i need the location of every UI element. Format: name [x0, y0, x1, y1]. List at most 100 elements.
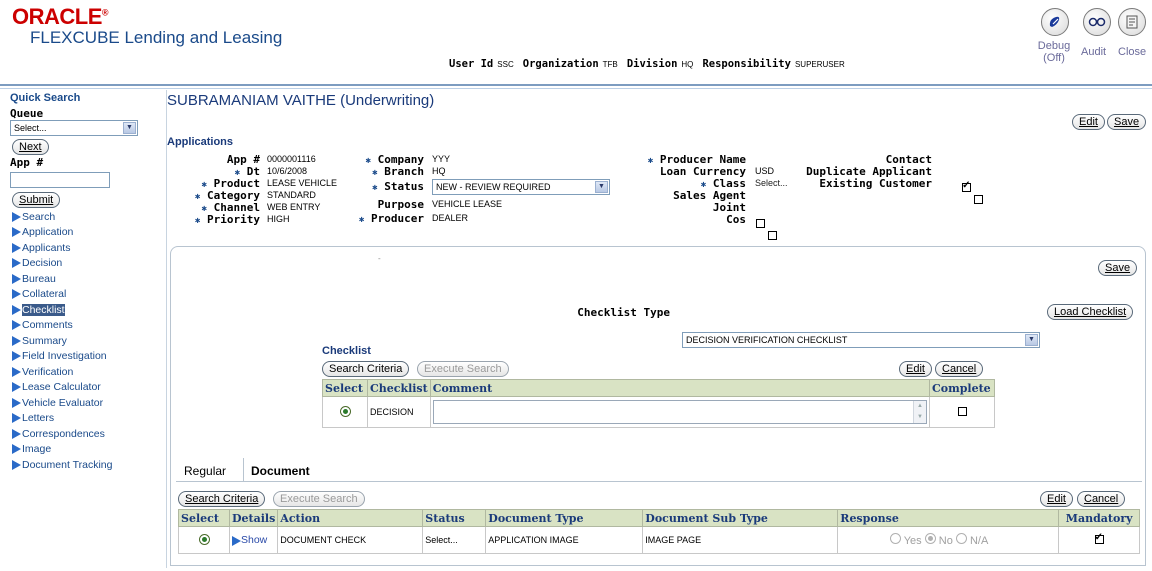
play-triangle-icon	[12, 351, 21, 362]
tab-separator	[243, 458, 244, 481]
joint-checkbox[interactable]	[756, 219, 765, 228]
checklist-cancel-button[interactable]: Cancel	[935, 361, 984, 377]
status-cell[interactable]: Select...	[422, 526, 487, 554]
page-title: SUBRAMANIAM VAITHE (Underwriting)	[167, 92, 435, 109]
mandatory-checkbox[interactable]	[1094, 532, 1104, 544]
sidebar-item-label: Checklist	[22, 303, 65, 316]
sidebar-item-summary[interactable]: Summary	[12, 333, 112, 349]
header-divider-light	[0, 88, 1152, 89]
table-row: DECISION ▲ ▼	[322, 396, 995, 428]
comment-textarea[interactable]: ▲ ▼	[432, 400, 927, 424]
play-triangle-icon	[12, 242, 21, 253]
panel-save-button[interactable]: Save	[1098, 260, 1138, 276]
existing-customer-checkbox[interactable]	[974, 195, 984, 204]
sidebar-item-label: Correspondences	[22, 427, 105, 440]
tab-document[interactable]: Document	[251, 464, 310, 478]
queue-select[interactable]: Select... ▼	[10, 120, 138, 136]
doc-cancel-button[interactable]: Cancel	[1077, 491, 1126, 507]
debug-label[interactable]: Debug (Off)	[1036, 40, 1072, 64]
close-label[interactable]: Close	[1118, 46, 1146, 58]
priority-label: ✱ Priority	[194, 213, 260, 226]
doc-edit-button[interactable]: Edit	[1040, 491, 1073, 507]
play-triangle-icon	[12, 227, 21, 238]
complete-checkbox[interactable]	[957, 406, 967, 416]
doc-execute-search-button[interactable]: Execute Search	[273, 491, 365, 507]
close-button[interactable]	[1118, 8, 1146, 36]
checklist-type-label: Checklist Type	[577, 306, 670, 319]
sidebar-item-document-tracking[interactable]: Document Tracking	[12, 457, 112, 473]
checklist-edit-button[interactable]: Edit	[899, 361, 932, 377]
sidebar-item-label: Decision	[22, 257, 63, 270]
status-select[interactable]: NEW - REVIEW REQUIRED ▼	[432, 179, 610, 195]
tab-regular[interactable]: Regular	[184, 464, 226, 478]
checklist-execute-search-button[interactable]: Execute Search	[417, 361, 509, 377]
sidebar-item-label: Document Tracking	[22, 458, 113, 471]
col-details: Details	[228, 509, 279, 527]
col-status: Status	[422, 509, 487, 527]
play-triangle-icon	[12, 382, 21, 393]
sidebar-item-decision[interactable]: Decision	[12, 256, 112, 272]
save-button[interactable]: Save	[1107, 114, 1147, 130]
show-triangle-icon[interactable]	[232, 535, 241, 546]
app-number-input[interactable]	[10, 172, 110, 188]
sidebar-item-label: Field Investigation	[22, 350, 107, 363]
chevron-down-icon: ▼	[123, 122, 136, 134]
sidebar-item-label: Lease Calculator	[22, 381, 101, 394]
sidebar-item-label: Verification	[22, 365, 74, 378]
sidebar-item-vehicle-evaluator[interactable]: Vehicle Evaluator	[12, 395, 112, 411]
play-triangle-icon	[12, 413, 21, 424]
comment-cell: ▲ ▼	[429, 396, 931, 428]
checklist-type-select[interactable]: DECISION VERIFICATION CHECKLIST ▼	[682, 332, 1040, 348]
textarea-scrollbar[interactable]: ▲ ▼	[913, 401, 926, 423]
sidebar-item-lease-calculator[interactable]: Lease Calculator	[12, 380, 112, 396]
next-button[interactable]: Next	[12, 139, 49, 155]
sidebar-item-field-investigation[interactable]: Field Investigation	[12, 349, 112, 365]
response-no-radio[interactable]	[924, 533, 936, 544]
priority-value: HIGH	[267, 214, 290, 224]
checklist-header-row: Select Checklist Comment Complete	[322, 379, 995, 397]
sidebar-item-bureau[interactable]: Bureau	[12, 271, 112, 287]
responsibility-value: SUPERUSER	[794, 60, 845, 69]
organization-value: TFB	[602, 60, 618, 69]
division-value: HQ	[681, 60, 694, 69]
document-table: Select Details Action Status Document Ty…	[178, 509, 1140, 554]
show-link[interactable]: Show	[241, 534, 267, 546]
debug-button[interactable]	[1041, 8, 1069, 36]
sidebar-item-correspondences[interactable]: Correspondences	[12, 426, 112, 442]
document-sub-type-cell: IMAGE PAGE	[642, 526, 839, 554]
sidebar-item-checklist[interactable]: Checklist	[12, 302, 112, 318]
edit-button[interactable]: Edit	[1072, 114, 1105, 130]
row-select-radio[interactable]	[339, 405, 351, 417]
user-info-bar: User Id SSC Organization TFB Division HQ Re…	[449, 58, 851, 70]
sidebar-item-applicants[interactable]: Applicants	[12, 240, 112, 256]
sidebar-item-label: Summary	[22, 334, 67, 347]
product-value: LEASE VEHICLE	[267, 178, 338, 188]
doc-search-criteria-button[interactable]: Search Criteria	[178, 491, 266, 507]
duplicate-applicant-checkbox[interactable]	[962, 180, 972, 192]
debug-icon	[1041, 8, 1069, 36]
play-triangle-icon	[12, 258, 21, 269]
row-select-radio[interactable]	[198, 533, 210, 545]
mandatory-cell	[1058, 526, 1140, 554]
sidebar-item-letters[interactable]: Letters	[12, 411, 112, 427]
response-na-radio[interactable]	[955, 533, 967, 544]
audit-label[interactable]: Audit	[1081, 46, 1106, 58]
panel-dot: -	[378, 254, 381, 263]
cos-checkbox[interactable]	[768, 231, 778, 240]
response-yes-label: Yes	[903, 535, 922, 547]
sidebar-item-application[interactable]: Application	[12, 225, 112, 241]
load-checklist-button[interactable]: Load Checklist	[1047, 304, 1134, 320]
sidebar-item-collateral[interactable]: Collateral	[12, 287, 112, 303]
sidebar-item-comments[interactable]: Comments	[12, 318, 112, 334]
audit-button[interactable]	[1083, 8, 1111, 36]
sidebar-item-search[interactable]: Search	[12, 209, 112, 225]
app-header: ORACLE® FLEXCUBE Lending and Leasing Use…	[0, 0, 1152, 84]
branch-value: HQ	[432, 166, 446, 176]
sidebar-item-image[interactable]: Image	[12, 442, 112, 458]
submit-button[interactable]: Submit	[12, 192, 61, 208]
play-triangle-icon	[12, 459, 21, 470]
sidebar-item-verification[interactable]: Verification	[12, 364, 112, 380]
row-select-cell	[178, 526, 230, 554]
checklist-search-criteria-button[interactable]: Search Criteria	[322, 361, 410, 377]
response-yes-radio[interactable]	[889, 533, 901, 544]
